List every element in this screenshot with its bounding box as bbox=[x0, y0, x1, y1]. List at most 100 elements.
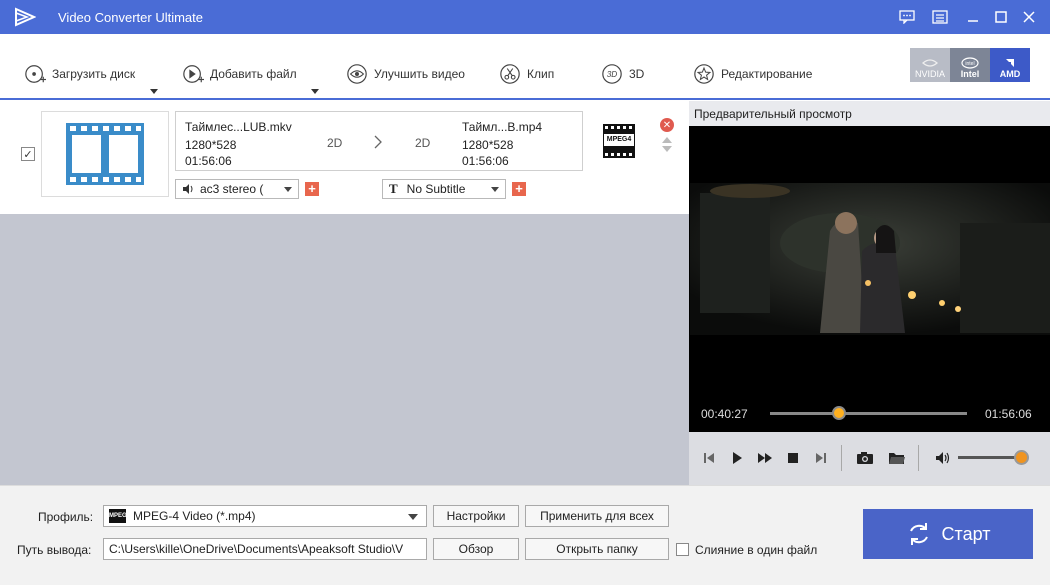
play-plus-icon bbox=[182, 63, 204, 85]
intel-logo-icon: intel bbox=[961, 57, 979, 69]
chevron-down-icon bbox=[408, 514, 418, 520]
play-icon[interactable] bbox=[726, 448, 748, 468]
gpu-amd-button[interactable]: AMD bbox=[990, 48, 1030, 82]
feedback-icon[interactable] bbox=[896, 6, 918, 28]
camera-icon[interactable] bbox=[854, 448, 876, 468]
open-folder-button[interactable]: Открыть папку bbox=[525, 538, 669, 560]
preview-title: Предварительный просмотр bbox=[689, 101, 1050, 126]
bottom-bar: Профиль: MPEG MPEG-4 Video (*.mp4) Настр… bbox=[0, 485, 1050, 585]
file-info-box[interactable]: Таймлес...LUB.mkv 1280*528 01:56:06 2D 2… bbox=[175, 111, 583, 171]
film-icon bbox=[66, 123, 144, 185]
app-title: Video Converter Ultimate bbox=[58, 10, 203, 25]
add-file-button[interactable]: Добавить файл bbox=[182, 61, 297, 87]
volume-handle[interactable] bbox=[1013, 450, 1029, 465]
maximize-icon[interactable] bbox=[990, 6, 1012, 28]
start-label: Старт bbox=[941, 523, 991, 544]
file-list: ✓ Таймлес...LUB.mkv 1280*528 01:56:06 2D… bbox=[0, 101, 689, 485]
eye-icon bbox=[346, 63, 368, 85]
title-bar: Video Converter Ultimate bbox=[0, 0, 1050, 34]
file-thumbnail[interactable] bbox=[41, 111, 169, 197]
app-logo-icon bbox=[14, 7, 37, 27]
move-up-icon[interactable] bbox=[662, 137, 672, 143]
preview-panel: Предварительный просмотр 00:40:27 01:56:… bbox=[689, 101, 1050, 485]
profile-value: MPEG-4 Video (*.mp4) bbox=[133, 509, 256, 523]
file-row[interactable]: ✓ Таймлес...LUB.mkv 1280*528 01:56:06 2D… bbox=[0, 101, 689, 214]
browse-button[interactable]: Обзор bbox=[433, 538, 519, 560]
enhance-video-button[interactable]: Улучшить видео bbox=[346, 61, 465, 87]
playback-controls bbox=[689, 432, 1050, 485]
clip-button[interactable]: Клип bbox=[499, 61, 554, 87]
chevron-down-icon bbox=[491, 187, 499, 192]
main-toolbar: Загрузить диск Добавить файл Улучшить ви… bbox=[0, 34, 1050, 100]
add-file-dropdown-icon[interactable] bbox=[311, 89, 319, 94]
minimize-icon[interactable] bbox=[962, 6, 984, 28]
output-file-name: Таймл...B.mp4 bbox=[462, 120, 543, 134]
gpu-nvidia-label: NVIDIA bbox=[914, 69, 945, 79]
gpu-amd-label: AMD bbox=[999, 69, 1021, 79]
nvidia-logo-icon bbox=[922, 59, 938, 67]
text-icon: T bbox=[389, 181, 398, 196]
output-path-input[interactable]: C:\Users\kille\OneDrive\Documents\Apeaks… bbox=[103, 538, 427, 560]
add-audio-button[interactable]: + bbox=[305, 182, 319, 196]
merge-label: Слияние в один файл bbox=[695, 543, 818, 557]
volume-icon[interactable] bbox=[932, 448, 954, 468]
total-time: 01:56:06 bbox=[985, 407, 1032, 421]
seek-bar[interactable] bbox=[770, 412, 967, 415]
gpu-nvidia-button[interactable]: NVIDIA bbox=[910, 48, 950, 82]
source-resolution: 1280*528 bbox=[185, 138, 237, 152]
source-mode: 2D bbox=[327, 136, 343, 150]
merge-checkbox[interactable] bbox=[676, 543, 689, 556]
speaker-icon bbox=[182, 183, 194, 195]
convert-refresh-icon bbox=[906, 521, 932, 547]
control-divider bbox=[918, 445, 919, 471]
source-file-name: Таймлес...LUB.mkv bbox=[185, 120, 292, 134]
amd-logo-icon bbox=[1006, 59, 1014, 67]
edit-button[interactable]: Редактирование bbox=[693, 61, 812, 87]
output-path-label: Путь вывода: bbox=[17, 543, 92, 557]
disc-plus-icon bbox=[24, 63, 46, 85]
skip-back-icon[interactable] bbox=[698, 448, 720, 468]
gpu-intel-label: Intel bbox=[960, 69, 980, 79]
convert-arrow-icon bbox=[373, 135, 383, 152]
load-disc-dropdown-icon[interactable] bbox=[150, 89, 158, 94]
add-file-label: Добавить файл bbox=[210, 67, 297, 81]
audio-track-select[interactable]: ac3 stereo ( bbox=[175, 179, 299, 199]
gpu-intel-button[interactable]: intel Intel bbox=[950, 48, 990, 82]
subtitle-select[interactable]: T No Subtitle bbox=[382, 179, 506, 199]
settings-button[interactable]: Настройки bbox=[433, 505, 519, 527]
svg-text:3D: 3D bbox=[607, 70, 618, 79]
chevron-down-icon bbox=[284, 187, 292, 192]
move-down-icon[interactable] bbox=[662, 146, 672, 152]
audio-track-value: ac3 stereo ( bbox=[200, 182, 264, 196]
profile-label: Профиль: bbox=[38, 510, 94, 524]
apply-all-button[interactable]: Применить для всех bbox=[525, 505, 669, 527]
start-button[interactable]: Старт bbox=[863, 509, 1033, 559]
output-duration: 01:56:06 bbox=[462, 154, 509, 168]
3d-icon: 3D bbox=[601, 63, 623, 85]
close-window-icon[interactable] bbox=[1018, 6, 1040, 28]
clip-label: Клип bbox=[527, 67, 555, 81]
fast-forward-icon[interactable] bbox=[754, 448, 776, 468]
source-duration: 01:56:06 bbox=[185, 154, 232, 168]
subtitle-value: No Subtitle bbox=[406, 182, 466, 196]
3d-button[interactable]: 3D 3D bbox=[601, 61, 644, 87]
profile-select[interactable]: MPEG MPEG-4 Video (*.mp4) bbox=[103, 505, 427, 527]
video-frame[interactable] bbox=[690, 183, 1050, 335]
add-subtitle-button[interactable]: + bbox=[512, 182, 526, 196]
edit-label: Редактирование bbox=[721, 67, 813, 81]
remove-file-button[interactable]: ✕ bbox=[660, 118, 674, 132]
stop-icon[interactable] bbox=[782, 448, 804, 468]
menu-icon[interactable] bbox=[929, 6, 951, 28]
star-icon bbox=[693, 63, 715, 85]
control-divider bbox=[841, 445, 842, 471]
output-resolution: 1280*528 bbox=[462, 138, 514, 152]
file-checkbox[interactable]: ✓ bbox=[21, 147, 35, 161]
output-format-icon[interactable]: MPEG4 bbox=[603, 124, 635, 158]
mpeg-badge-icon: MPEG bbox=[109, 509, 127, 523]
load-disc-label: Загрузить диск bbox=[52, 67, 136, 81]
skip-forward-icon[interactable] bbox=[810, 448, 832, 468]
folder-icon[interactable] bbox=[886, 448, 908, 468]
seek-handle[interactable] bbox=[831, 406, 846, 420]
3d-label: 3D bbox=[629, 67, 645, 81]
load-disc-button[interactable]: Загрузить диск bbox=[24, 61, 135, 87]
